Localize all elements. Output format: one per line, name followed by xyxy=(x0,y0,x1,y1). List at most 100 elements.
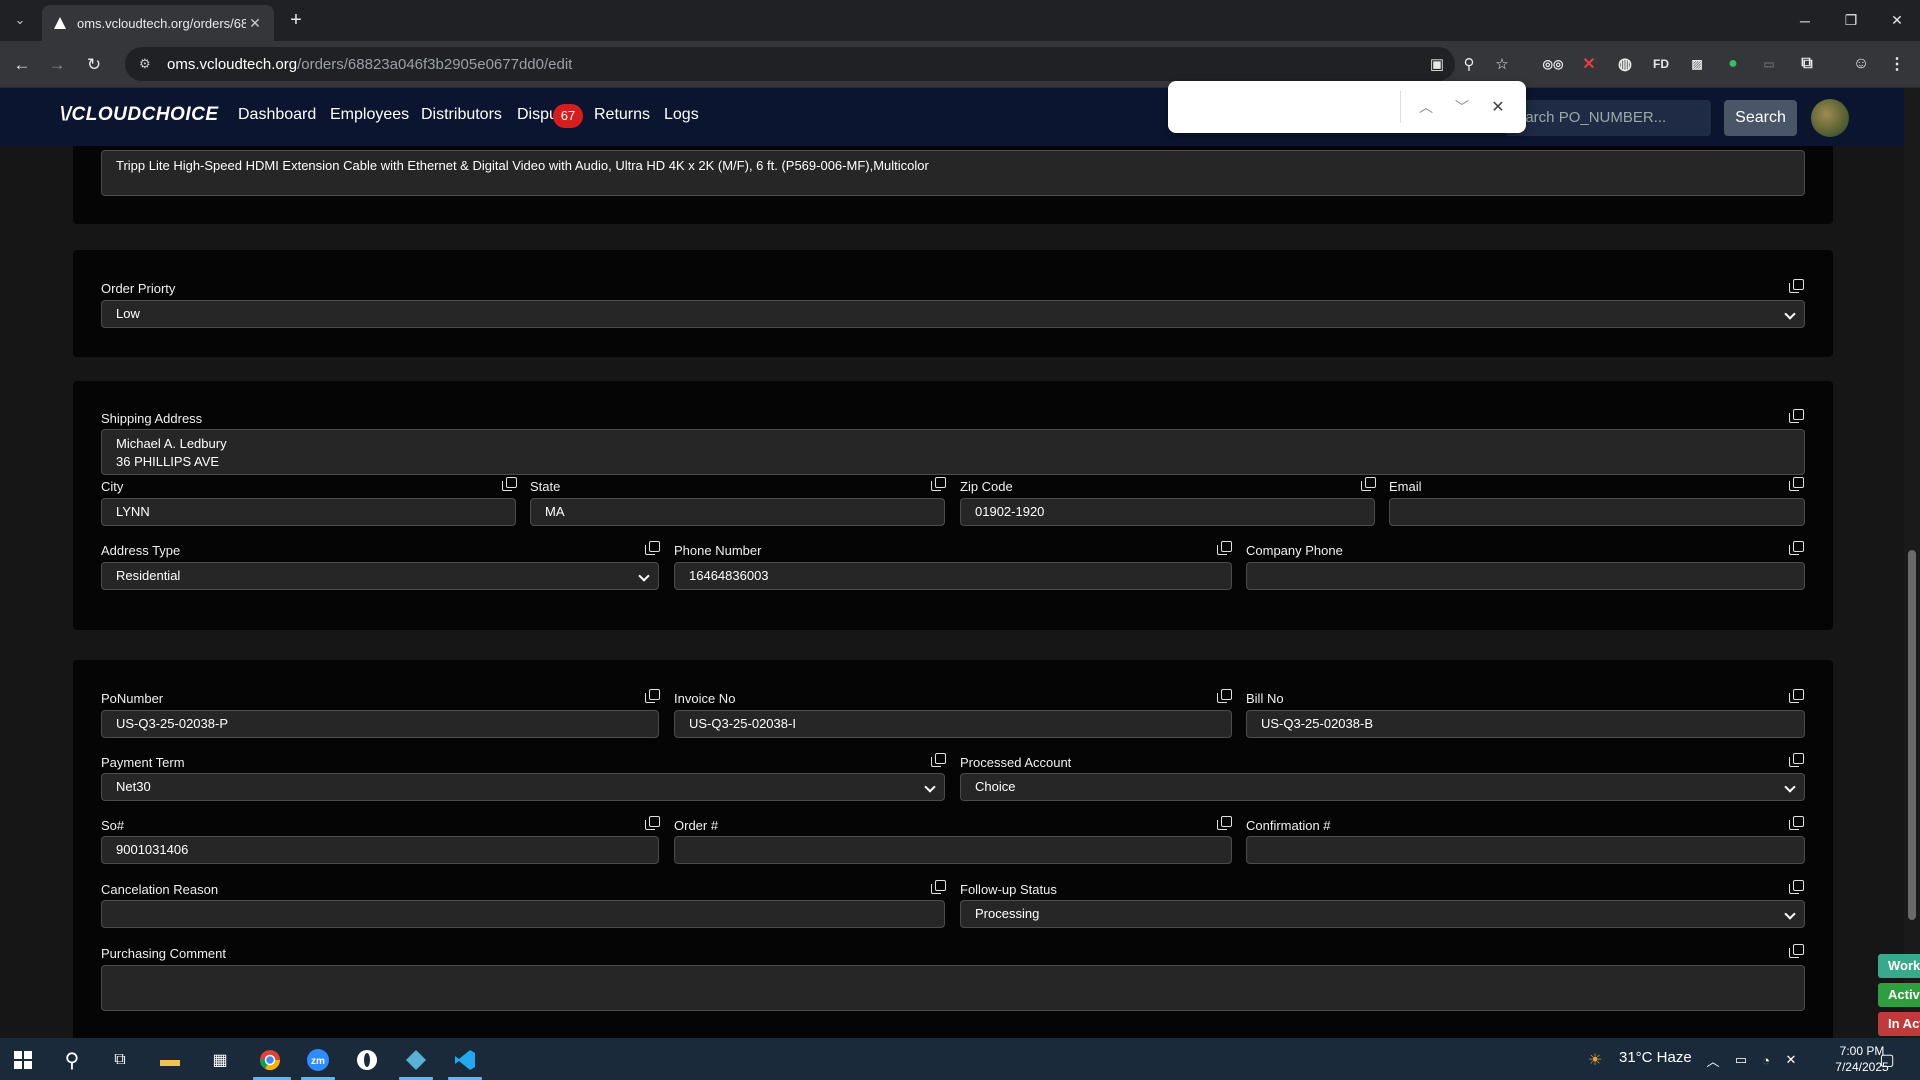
vscode-icon[interactable] xyxy=(448,1043,482,1077)
zoom-icon[interactable]: ⚲ xyxy=(1456,51,1482,77)
site-info-icon[interactable]: ⚙ xyxy=(139,56,167,72)
copy-icon[interactable] xyxy=(1789,753,1804,767)
app-leaf-icon[interactable] xyxy=(350,1043,384,1077)
copy-icon[interactable] xyxy=(1217,816,1232,830)
browser-menu-icon[interactable]: ⋮ xyxy=(1884,51,1910,77)
find-close-icon[interactable]: ✕ xyxy=(1486,95,1510,119)
copy-icon[interactable] xyxy=(1789,689,1804,703)
new-tab-button[interactable]: + xyxy=(284,8,308,32)
close-window-icon[interactable]: ✕ xyxy=(1874,0,1920,41)
extension-globe-icon[interactable]: ◍ xyxy=(1612,51,1638,77)
bill-no-input[interactable]: US-Q3-25-02038-B xyxy=(1246,710,1805,738)
nav-disputes[interactable]: Dispu xyxy=(517,106,558,124)
order-number-input[interactable] xyxy=(674,836,1232,864)
scrollbar-thumb[interactable] xyxy=(1908,550,1916,920)
copy-icon[interactable] xyxy=(931,477,946,491)
close-tab-icon[interactable]: ✕ xyxy=(246,15,264,32)
zip-code-input[interactable]: 01902-1920 xyxy=(960,498,1375,526)
po-number-input[interactable]: US-Q3-25-02038-P xyxy=(101,710,659,738)
purchasing-comment-textarea[interactable] xyxy=(101,965,1805,1011)
back-icon[interactable]: ← xyxy=(7,50,37,80)
battery-icon[interactable]: ▭ xyxy=(1730,1043,1752,1077)
extension-fd-icon[interactable]: FD xyxy=(1648,51,1674,77)
task-view-icon[interactable]: ⧉ xyxy=(103,1043,137,1077)
brand-logo[interactable]: \/CLOUDCHOICE xyxy=(60,104,219,126)
copy-icon[interactable] xyxy=(645,689,660,703)
weather-text[interactable]: 31°C Haze xyxy=(1619,1049,1692,1066)
active-status-tab[interactable]: Active xyxy=(1878,983,1920,1007)
store-icon[interactable]: ▦ xyxy=(203,1043,237,1077)
phone-number-input[interactable]: 16464836003 xyxy=(674,562,1232,590)
email-input[interactable] xyxy=(1389,498,1805,526)
extension-image-icon[interactable]: ▨ xyxy=(1684,51,1710,77)
notifications-icon[interactable]: ▢ xyxy=(1870,1043,1904,1077)
tab-search-icon[interactable]: ⌄ xyxy=(8,8,32,32)
copy-icon[interactable] xyxy=(1789,477,1804,491)
copy-icon[interactable] xyxy=(502,477,517,491)
po-search-input[interactable]: earch PO_NUMBER... xyxy=(1505,100,1711,136)
extensions-puzzle-icon[interactable]: ⧉ xyxy=(1794,51,1820,77)
nav-distributors[interactable]: Distributors xyxy=(421,106,502,124)
windows-start-icon[interactable] xyxy=(6,1043,40,1077)
profile-icon[interactable]: ☺ xyxy=(1848,51,1874,77)
invoice-no-input[interactable]: US-Q3-25-02038-I xyxy=(674,710,1232,738)
city-input[interactable]: LYNN xyxy=(101,498,516,526)
so-number-input[interactable]: 9001031406 xyxy=(101,836,659,864)
restore-icon[interactable]: ❐ xyxy=(1828,0,1874,41)
cancelation-reason-input[interactable] xyxy=(101,900,945,928)
extension-green-icon[interactable]: ● xyxy=(1720,51,1746,77)
nav-returns[interactable]: Returns xyxy=(594,106,650,124)
company-phone-input[interactable] xyxy=(1246,562,1805,590)
user-avatar[interactable] xyxy=(1811,99,1849,137)
inactive-status-tab[interactable]: In Act xyxy=(1878,1012,1920,1036)
copy-icon[interactable] xyxy=(1789,279,1804,293)
find-previous-icon[interactable]: ︿ xyxy=(1414,95,1438,119)
work-status-tab[interactable]: Work xyxy=(1878,954,1920,978)
copy-icon[interactable] xyxy=(931,753,946,767)
extension-glasses-icon[interactable]: ◎◎ xyxy=(1540,51,1566,77)
search-button[interactable]: Search xyxy=(1724,100,1797,136)
page-action-icon[interactable]: ▣ xyxy=(1424,51,1450,77)
copy-icon[interactable] xyxy=(645,541,660,555)
minimize-icon[interactable]: ─ xyxy=(1782,0,1828,41)
state-input[interactable]: MA xyxy=(530,498,945,526)
extension-card-icon[interactable]: ▭ xyxy=(1756,51,1782,77)
copy-icon[interactable] xyxy=(1789,944,1804,958)
search-icon[interactable]: ⚲ xyxy=(55,1043,89,1077)
followup-status-select[interactable]: Processing xyxy=(960,900,1805,928)
copy-icon[interactable] xyxy=(1789,541,1804,555)
tray-chevron-icon[interactable]: ︿ xyxy=(1702,1043,1724,1077)
reload-icon[interactable]: ↻ xyxy=(79,50,109,80)
bookmark-star-icon[interactable]: ☆ xyxy=(1489,51,1515,77)
weather-icon[interactable]: ☀ xyxy=(1582,1043,1608,1077)
find-next-icon[interactable]: ﹀ xyxy=(1450,95,1474,119)
processed-account-select[interactable]: Choice xyxy=(960,773,1805,801)
copy-icon[interactable] xyxy=(1361,477,1376,491)
volume-muted-icon[interactable]: ✕ xyxy=(1780,1043,1802,1077)
product-description-textarea[interactable]: Tripp Lite High-Speed HDMI Extension Cab… xyxy=(101,150,1805,196)
find-input[interactable] xyxy=(1180,93,1390,121)
app-diamond-icon[interactable] xyxy=(399,1043,433,1077)
confirmation-input[interactable] xyxy=(1246,836,1805,864)
copy-icon[interactable] xyxy=(645,816,660,830)
copy-icon[interactable] xyxy=(1217,541,1232,555)
file-explorer-icon[interactable]: ▬ xyxy=(153,1043,187,1077)
zoom-app-icon[interactable]: zm xyxy=(301,1043,335,1077)
payment-term-select[interactable]: Net30 xyxy=(101,773,945,801)
forward-icon[interactable]: → xyxy=(42,50,72,80)
nav-dashboard[interactable]: Dashboard xyxy=(238,106,316,124)
wifi-icon[interactable]: ◔ xyxy=(1755,1043,1777,1077)
chrome-icon[interactable] xyxy=(253,1043,287,1077)
nav-logs[interactable]: Logs xyxy=(664,106,699,124)
copy-icon[interactable] xyxy=(1789,409,1804,423)
copy-icon[interactable] xyxy=(1789,880,1804,894)
copy-icon[interactable] xyxy=(1789,816,1804,830)
address-type-select[interactable]: Residential xyxy=(101,562,659,590)
url-bar[interactable]: ⚙ oms.vcloudtech.org/orders/68823a046f3b… xyxy=(125,47,1455,81)
copy-icon[interactable] xyxy=(931,880,946,894)
nav-employees[interactable]: Employees xyxy=(330,106,409,124)
browser-tab[interactable]: oms.vcloudtech.org/orders/688 ✕ xyxy=(42,5,274,41)
order-priority-select[interactable]: Low xyxy=(101,300,1805,328)
shipping-address-textarea[interactable]: Michael A. Ledbury 36 PHILLIPS AVE xyxy=(101,429,1805,475)
extension-x-icon[interactable]: ✕ xyxy=(1576,51,1602,77)
